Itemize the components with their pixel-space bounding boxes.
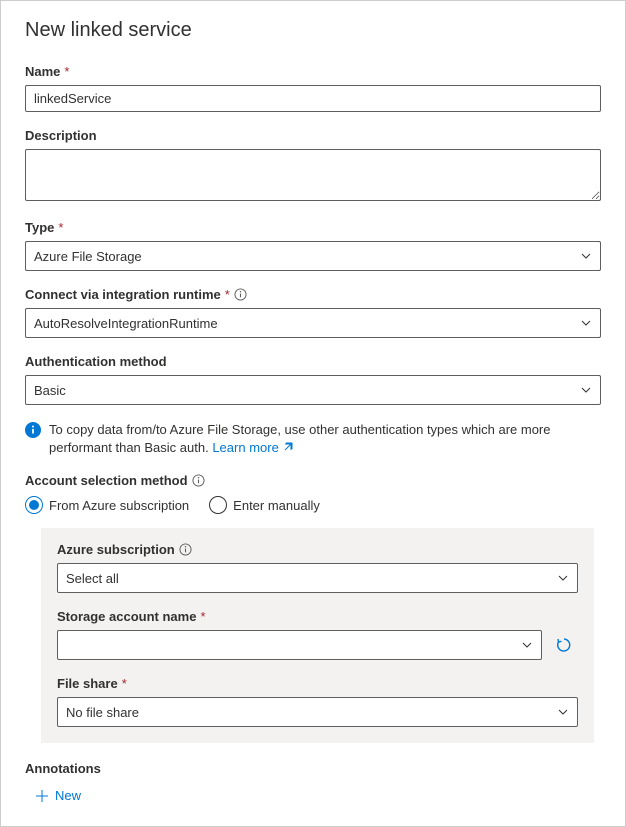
info-filled-icon [25, 422, 41, 438]
subscription-label: Azure subscription [57, 542, 578, 557]
storage-account-label: Storage account name * [57, 609, 578, 624]
storage-account-field: Storage account name * [57, 609, 578, 660]
subscription-select[interactable]: Select all [57, 563, 578, 593]
storage-account-select[interactable] [57, 630, 542, 660]
chevron-down-icon [580, 317, 592, 329]
file-share-field: File share * No file share [57, 676, 578, 727]
auth-field: Authentication method Basic [25, 354, 601, 405]
description-label: Description [25, 128, 601, 143]
annotations-field: Annotations New [25, 761, 601, 806]
name-input[interactable] [25, 85, 601, 112]
required-indicator: * [225, 287, 230, 302]
info-callout: To copy data from/to Azure File Storage,… [25, 421, 601, 457]
panel-title: New linked service [25, 19, 601, 42]
info-icon[interactable] [179, 543, 193, 557]
info-icon[interactable] [192, 474, 206, 488]
name-label: Name * [25, 64, 601, 79]
name-field: Name * [25, 64, 601, 112]
radio-icon-unchecked [209, 496, 227, 514]
runtime-select[interactable]: AutoResolveIntegrationRuntime [25, 308, 601, 338]
auth-select[interactable]: Basic [25, 375, 601, 405]
radio-icon-checked [25, 496, 43, 514]
auth-label: Authentication method [25, 354, 601, 369]
chevron-down-icon [580, 250, 592, 262]
refresh-icon [555, 636, 573, 654]
azure-subscription-section: Azure subscription Select all Storage ac… [41, 528, 594, 743]
description-input[interactable] [25, 149, 601, 201]
account-method-label: Account selection method [25, 473, 601, 488]
info-icon[interactable] [234, 288, 248, 302]
description-field: Description [25, 128, 601, 204]
chevron-down-icon [557, 572, 569, 584]
type-label: Type * [25, 220, 601, 235]
account-method-radio-group: From Azure subscription Enter manually [25, 496, 601, 514]
subscription-field: Azure subscription Select all [57, 542, 578, 593]
type-field: Type * Azure File Storage [25, 220, 601, 271]
runtime-field: Connect via integration runtime * AutoRe… [25, 287, 601, 338]
chevron-down-icon [580, 384, 592, 396]
info-callout-text: To copy data from/to Azure File Storage,… [49, 421, 601, 457]
required-indicator: * [58, 220, 63, 235]
plus-icon [35, 789, 49, 803]
learn-more-link[interactable]: Learn more [212, 440, 293, 455]
radio-from-azure[interactable]: From Azure subscription [25, 496, 189, 514]
required-indicator: * [200, 609, 205, 624]
type-select[interactable]: Azure File Storage [25, 241, 601, 271]
account-method-field: Account selection method From Azure subs… [25, 473, 601, 514]
required-indicator: * [64, 64, 69, 79]
add-annotation-button[interactable]: New [35, 788, 81, 803]
chevron-down-icon [521, 639, 533, 651]
new-linked-service-panel: New linked service Name * Description Ty… [0, 0, 626, 827]
required-indicator: * [122, 676, 127, 691]
runtime-label: Connect via integration runtime * [25, 287, 601, 302]
annotations-label: Annotations [25, 761, 601, 776]
radio-enter-manually[interactable]: Enter manually [209, 496, 320, 514]
file-share-label: File share * [57, 676, 578, 691]
external-link-icon [282, 440, 294, 452]
refresh-button[interactable] [550, 631, 578, 659]
file-share-select[interactable]: No file share [57, 697, 578, 727]
